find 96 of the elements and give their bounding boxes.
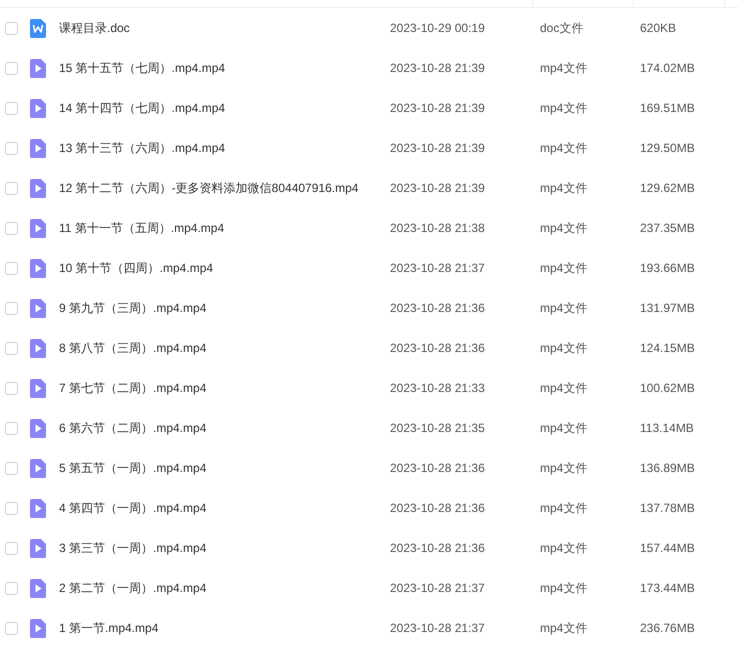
file-type: mp4文件 <box>540 460 588 476</box>
file-size: 169.51MB <box>640 101 696 115</box>
file-size: 620KB <box>640 21 678 35</box>
play-icon <box>30 458 46 478</box>
modified-date: 2023-10-28 21:39 <box>390 61 486 75</box>
file-type: mp4文件 <box>540 180 588 196</box>
play-icon <box>30 418 46 438</box>
file-size: 100.62MB <box>640 381 696 395</box>
file-type: mp4文件 <box>540 540 588 556</box>
file-size: 236.76MB <box>640 621 696 635</box>
file-name[interactable]: 8 第八节（三周）.mp4.mp4 <box>59 340 390 356</box>
file-size: 157.44MB <box>640 541 696 555</box>
play-icon <box>30 258 46 278</box>
play-icon <box>30 98 46 118</box>
file-type: doc文件 <box>540 20 584 36</box>
modified-date: 2023-10-28 21:39 <box>390 181 486 195</box>
modified-date: 2023-10-28 21:36 <box>390 341 486 355</box>
modified-date: 2023-10-28 21:37 <box>390 621 486 635</box>
modified-date: 2023-10-28 21:38 <box>390 221 486 235</box>
checkbox[interactable] <box>5 502 18 514</box>
file-type: mp4文件 <box>540 340 588 356</box>
file-size: 174.02MB <box>640 61 696 75</box>
file-size: 129.50MB <box>640 141 696 155</box>
modified-date: 2023-10-29 00:19 <box>390 21 486 35</box>
file-name[interactable]: 15 第十五节（七周）.mp4.mp4 <box>59 60 390 76</box>
file-type: mp4文件 <box>540 260 588 276</box>
play-icon <box>30 138 46 158</box>
modified-date: 2023-10-28 21:36 <box>390 501 486 515</box>
checkbox[interactable] <box>5 62 18 74</box>
checkbox[interactable] <box>5 102 18 114</box>
file-type: mp4文件 <box>540 100 588 116</box>
file-type: mp4文件 <box>540 420 588 436</box>
file-name[interactable]: 11 第十一节（五周）.mp4.mp4 <box>59 220 390 236</box>
file-size: 173.44MB <box>640 581 696 595</box>
checkbox[interactable] <box>5 582 18 594</box>
file-type: mp4文件 <box>540 220 588 236</box>
file-size: 129.62MB <box>640 181 696 195</box>
modified-date: 2023-10-28 21:36 <box>390 301 486 315</box>
file-name[interactable]: 10 第十节（四周）.mp4.mp4 <box>59 260 390 276</box>
checkbox[interactable] <box>5 142 18 154</box>
file-name[interactable]: 5 第五节（一周）.mp4.mp4 <box>59 460 390 476</box>
checkbox[interactable] <box>5 462 18 474</box>
file-name[interactable]: 9 第九节（三周）.mp4.mp4 <box>59 300 390 316</box>
modified-date: 2023-10-28 21:36 <box>390 461 486 475</box>
play-icon <box>30 378 46 398</box>
file-name[interactable]: 12 第十二节（六周）-更多资料添加微信804407916.mp4 <box>59 180 390 196</box>
checkbox[interactable] <box>5 262 18 274</box>
checkbox[interactable] <box>5 382 18 394</box>
modified-date: 2023-10-28 21:37 <box>390 261 486 275</box>
file-size: 237.35MB <box>640 221 696 235</box>
play-icon <box>30 618 46 638</box>
modified-date: 2023-10-28 21:37 <box>390 581 486 595</box>
play-icon <box>30 58 46 78</box>
modified-date: 2023-10-28 21:39 <box>390 101 486 115</box>
document-icon <box>30 18 46 38</box>
checkbox[interactable] <box>5 302 18 314</box>
file-size: 136.89MB <box>640 461 696 475</box>
file-name[interactable]: 课程目录.doc <box>59 20 390 36</box>
checkbox[interactable] <box>5 222 18 234</box>
play-icon <box>30 498 46 518</box>
modified-date: 2023-10-28 21:36 <box>390 541 486 555</box>
checkbox[interactable] <box>5 542 18 554</box>
file-name[interactable]: 4 第四节（一周）.mp4.mp4 <box>59 500 390 516</box>
modified-date: 2023-10-28 21:33 <box>390 381 486 395</box>
checkbox[interactable] <box>5 182 18 194</box>
play-icon <box>30 578 46 598</box>
play-icon <box>30 218 46 238</box>
file-type: mp4文件 <box>540 300 588 316</box>
file-type: mp4文件 <box>540 620 588 636</box>
file-name[interactable]: 1 第一节.mp4.mp4 <box>59 620 390 636</box>
checkbox[interactable] <box>5 422 18 434</box>
file-name[interactable]: 3 第三节（一周）.mp4.mp4 <box>59 540 390 556</box>
file-size: 193.66MB <box>640 261 696 275</box>
file-name[interactable]: 6 第六节（二周）.mp4.mp4 <box>59 420 390 436</box>
play-icon <box>30 178 46 198</box>
play-icon <box>30 298 46 318</box>
file-size: 131.97MB <box>640 301 696 315</box>
file-size: 137.78MB <box>640 501 696 515</box>
checkbox[interactable] <box>5 342 18 354</box>
checkbox[interactable] <box>5 622 18 634</box>
file-name[interactable]: 7 第七节（二周）.mp4.mp4 <box>59 380 390 396</box>
checkbox[interactable] <box>5 22 18 34</box>
file-size: 113.14MB <box>640 421 695 435</box>
play-icon <box>30 338 46 358</box>
file-type: mp4文件 <box>540 580 588 596</box>
file-type: mp4文件 <box>540 140 588 156</box>
modified-date: 2023-10-28 21:39 <box>390 141 486 155</box>
file-type: mp4文件 <box>540 380 588 396</box>
play-icon <box>30 538 46 558</box>
file-type: mp4文件 <box>540 60 588 76</box>
file-type: mp4文件 <box>540 500 588 516</box>
modified-date: 2023-10-28 21:35 <box>390 421 486 435</box>
file-name[interactable]: 2 第二节（一周）.mp4.mp4 <box>59 580 390 596</box>
file-name[interactable]: 14 第十四节（七周）.mp4.mp4 <box>59 100 390 116</box>
file-name[interactable]: 13 第十三节（六周）.mp4.mp4 <box>59 140 390 156</box>
file-size: 124.15MB <box>640 341 696 355</box>
